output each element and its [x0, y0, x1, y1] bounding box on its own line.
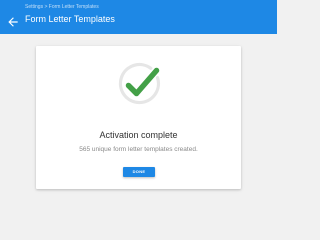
arrow-left-icon — [8, 17, 18, 27]
activation-card: Activation complete 565 unique form lett… — [36, 46, 241, 189]
page-title: Form Letter Templates — [25, 14, 115, 24]
activation-headline: Activation complete — [99, 130, 178, 140]
breadcrumb: Settings > Form Letter Templates — [25, 4, 99, 10]
activation-message: 565 unique form letter templates created… — [79, 146, 198, 153]
checkmark-success-icon — [117, 61, 163, 107]
back-button[interactable] — [6, 15, 20, 29]
app-bar: Settings > Form Letter Templates Form Le… — [0, 0, 277, 34]
done-button[interactable]: DONE — [123, 167, 155, 177]
